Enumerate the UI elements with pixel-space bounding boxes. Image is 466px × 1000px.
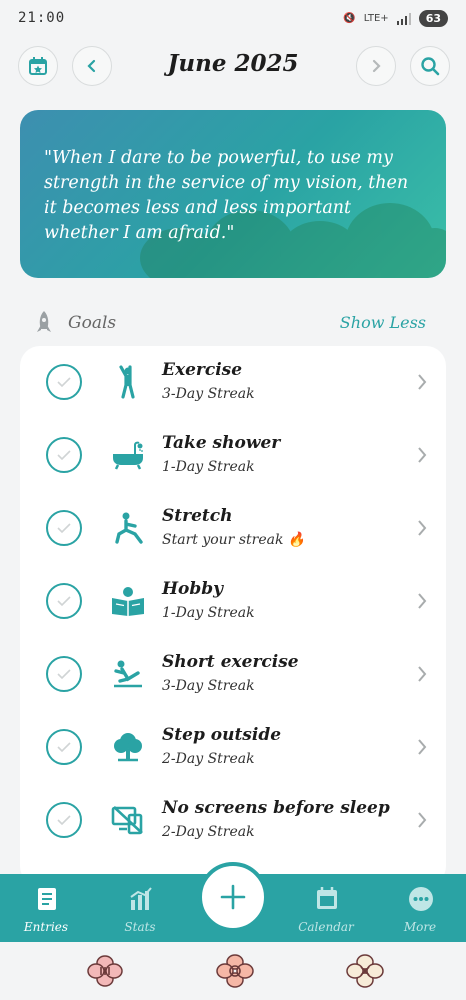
goal-row-hobby[interactable]: Hobby 1-Day Streak: [20, 565, 446, 638]
rocket-icon: [37, 311, 51, 332]
bar-chart-icon: [130, 887, 152, 910]
nav-calendar[interactable]: Calendar: [286, 874, 366, 942]
chevron-right-icon: [418, 447, 427, 463]
quote-card[interactable]: "When I dare to be powerful, to use my s…: [20, 110, 446, 278]
nav-entries[interactable]: Entries: [6, 874, 86, 942]
notebook-icon: [38, 888, 56, 910]
goal-row-take-shower[interactable]: Take shower 1-Day Streak: [20, 419, 446, 492]
goal-row-short-exercise[interactable]: Short exercise 3-Day Streak: [20, 638, 446, 711]
goal-checkbox[interactable]: [46, 510, 82, 546]
goal-name: Hobby: [162, 579, 224, 599]
quote-text: "When I dare to be powerful, to use my s…: [44, 148, 409, 243]
chevron-right-icon: [418, 593, 427, 609]
status-bar: 21:00 🔇 LTE+ 63: [0, 0, 466, 40]
goal-checkbox[interactable]: [46, 437, 82, 473]
show-less-toggle[interactable]: Show Less: [340, 313, 426, 332]
chevron-right-icon: [372, 59, 381, 73]
goal-name: Stretch: [162, 506, 233, 526]
lunge-icon: [108, 508, 148, 548]
chevron-right-icon: [418, 812, 427, 828]
goal-row-stretch[interactable]: Stretch Start your streak 🔥: [20, 492, 446, 565]
search-icon: [421, 57, 440, 76]
goals-label: Goals: [68, 313, 117, 333]
reading-icon: [108, 581, 148, 621]
goal-checkbox[interactable]: [46, 364, 82, 400]
signal-icon: [396, 12, 411, 25]
chevron-right-icon: [418, 520, 427, 536]
check-icon: [57, 596, 71, 607]
page-title: June 2025: [167, 50, 299, 77]
goal-name: Short exercise: [162, 652, 299, 672]
goal-name: Take shower: [162, 433, 281, 453]
goal-streak: 1-Day Streak: [162, 459, 255, 475]
calendar-icon: [317, 887, 337, 909]
goal-checkbox[interactable]: [46, 802, 82, 838]
nav-calendar-label: Calendar: [298, 920, 354, 934]
home-icon[interactable]: [216, 954, 254, 988]
chevron-right-icon: [418, 739, 427, 755]
goal-checkbox[interactable]: [46, 583, 82, 619]
check-icon: [57, 377, 71, 388]
nav-stats-label: Stats: [124, 920, 156, 934]
check-icon: [57, 669, 71, 680]
goal-checkbox[interactable]: [46, 656, 82, 692]
goal-name: Exercise: [162, 360, 243, 380]
nav-entries-label: Entries: [23, 920, 69, 934]
chevron-right-icon: [418, 374, 427, 390]
recents-icon[interactable]: [86, 954, 124, 988]
goals-header: Goals Show Less: [30, 308, 436, 338]
no-screen-icon: [108, 800, 148, 840]
goal-row-exercise[interactable]: Exercise 3-Day Streak: [20, 346, 446, 419]
goal-checkbox[interactable]: [46, 729, 82, 765]
top-bar: June 2025: [0, 46, 466, 90]
goal-streak: 3-Day Streak: [162, 678, 255, 694]
nav-more-label: More: [403, 920, 437, 934]
back-icon[interactable]: [346, 954, 384, 988]
goal-name: No screens before sleep: [162, 798, 390, 818]
goals-list: Exercise 3-Day Streak Take shower 1-Day …: [20, 346, 446, 886]
goal-streak: 2-Day Streak: [162, 751, 255, 767]
status-time: 21:00: [18, 10, 66, 26]
search-button[interactable]: [410, 46, 450, 86]
check-icon: [57, 815, 71, 826]
status-icons: 🔇 LTE+ 63: [343, 10, 448, 27]
check-icon: [57, 523, 71, 534]
tree-icon: [108, 727, 148, 767]
goal-name: Step outside: [162, 725, 282, 745]
goal-row-step-outside[interactable]: Step outside 2-Day Streak: [20, 711, 446, 784]
next-month-button[interactable]: [356, 46, 396, 86]
network-label: LTE+: [363, 13, 389, 24]
check-icon: [57, 742, 71, 753]
check-icon: [57, 450, 71, 461]
more-icon: [409, 887, 433, 911]
chevron-right-icon: [418, 666, 427, 682]
nav-more[interactable]: More: [380, 874, 460, 942]
mute-icon: 🔇: [343, 13, 356, 24]
system-nav-bar: [0, 942, 466, 1000]
battery-indicator: 63: [418, 10, 448, 27]
goal-row-no-screens[interactable]: No screens before sleep 2-Day Streak: [20, 784, 446, 857]
nav-stats[interactable]: Stats: [100, 874, 180, 942]
add-entry-button[interactable]: [198, 862, 268, 932]
person-stretch-icon: [108, 362, 148, 402]
bathtub-icon: [108, 435, 148, 475]
goal-streak: 2-Day Streak: [162, 824, 255, 840]
goal-streak: Start your streak 🔥: [162, 532, 306, 548]
goal-streak: 1-Day Streak: [162, 605, 255, 621]
sit-up-icon: [108, 654, 148, 694]
goal-streak: 3-Day Streak: [162, 386, 255, 402]
plus-icon: [220, 884, 246, 910]
